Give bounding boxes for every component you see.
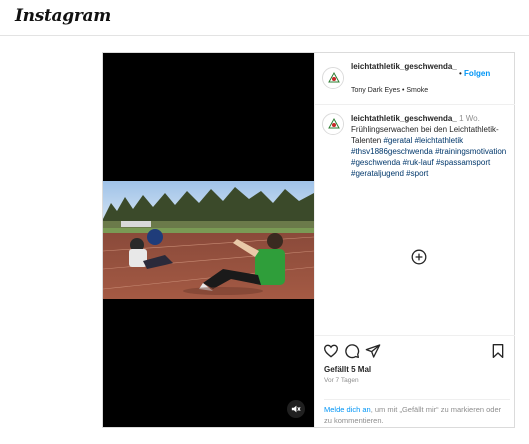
follow-button[interactable]: Folgen (464, 69, 490, 78)
speaker-muted-icon (291, 405, 301, 413)
login-prompt: Melde dich an, um mit „Gefällt mir“ zu m… (324, 399, 510, 426)
post-actions: Gefällt 5 Mal Vor 7 Tagen Melde dich an,… (315, 335, 515, 427)
hashtag-link[interactable]: #spassamsport (436, 158, 490, 167)
club-logo-icon (324, 69, 343, 88)
hashtag-link[interactable]: #ruk-lauf (403, 158, 434, 167)
bookmark-icon (492, 344, 504, 358)
comment-button[interactable] (344, 343, 360, 359)
hashtag-link[interactable]: #sport (406, 169, 428, 178)
audio-track-link[interactable]: Tony Dark Eyes • Smoke (351, 87, 428, 94)
paper-plane-icon (365, 344, 381, 358)
hashtag-link[interactable]: #geschwenda (351, 158, 400, 167)
heart-icon (323, 344, 339, 358)
club-logo-icon (324, 115, 343, 134)
share-button[interactable] (365, 343, 381, 359)
caption-text: leichtathletik_geschwenda_ 1 Wo. Frühlin… (351, 113, 513, 179)
avatar[interactable] (322, 113, 344, 135)
plus-circle-icon (411, 249, 427, 265)
post-media-video[interactable] (103, 53, 314, 427)
instagram-logo[interactable]: Instagram (15, 6, 111, 26)
avatar[interactable] (322, 67, 344, 89)
post-sidebar: leichtathletik_geschwenda_ • Folgen Tony… (314, 53, 515, 427)
like-button[interactable] (323, 343, 339, 359)
post-header: leichtathletik_geschwenda_ • Folgen Tony… (315, 53, 515, 105)
caption-username[interactable]: leichtathletik_geschwenda_ (351, 114, 457, 123)
hashtag-link[interactable]: #trainingsmotivation (435, 147, 506, 156)
load-more-comments-button[interactable] (411, 249, 427, 265)
mute-button[interactable] (287, 400, 305, 418)
caption-time: 1 Wo. (459, 114, 480, 123)
comment-bubble-icon (345, 344, 360, 359)
separator-dot: • (459, 69, 462, 78)
post-card: leichtathletik_geschwenda_ • Folgen Tony… (102, 52, 515, 428)
save-button[interactable] (490, 343, 506, 359)
hashtag-link[interactable]: #gerataljugend (351, 169, 404, 178)
hashtag-link[interactable]: #geratal (383, 136, 412, 145)
hashtag-link[interactable]: #leichtathletik (415, 136, 463, 145)
post-timestamp: Vor 7 Tagen (324, 377, 359, 384)
video-frame-image (103, 181, 314, 299)
follow-group: • Folgen (459, 69, 490, 78)
hashtag-link[interactable]: #thsv1886geschwenda (351, 147, 433, 156)
post-author-username[interactable]: leichtathletik_geschwenda_ (351, 62, 463, 72)
like-count[interactable]: Gefällt 5 Mal (324, 365, 371, 374)
top-bar: Instagram (0, 0, 529, 36)
caption-section: leichtathletik_geschwenda_ 1 Wo. Frühlin… (315, 105, 515, 335)
login-link[interactable]: Melde dich an (324, 405, 371, 414)
